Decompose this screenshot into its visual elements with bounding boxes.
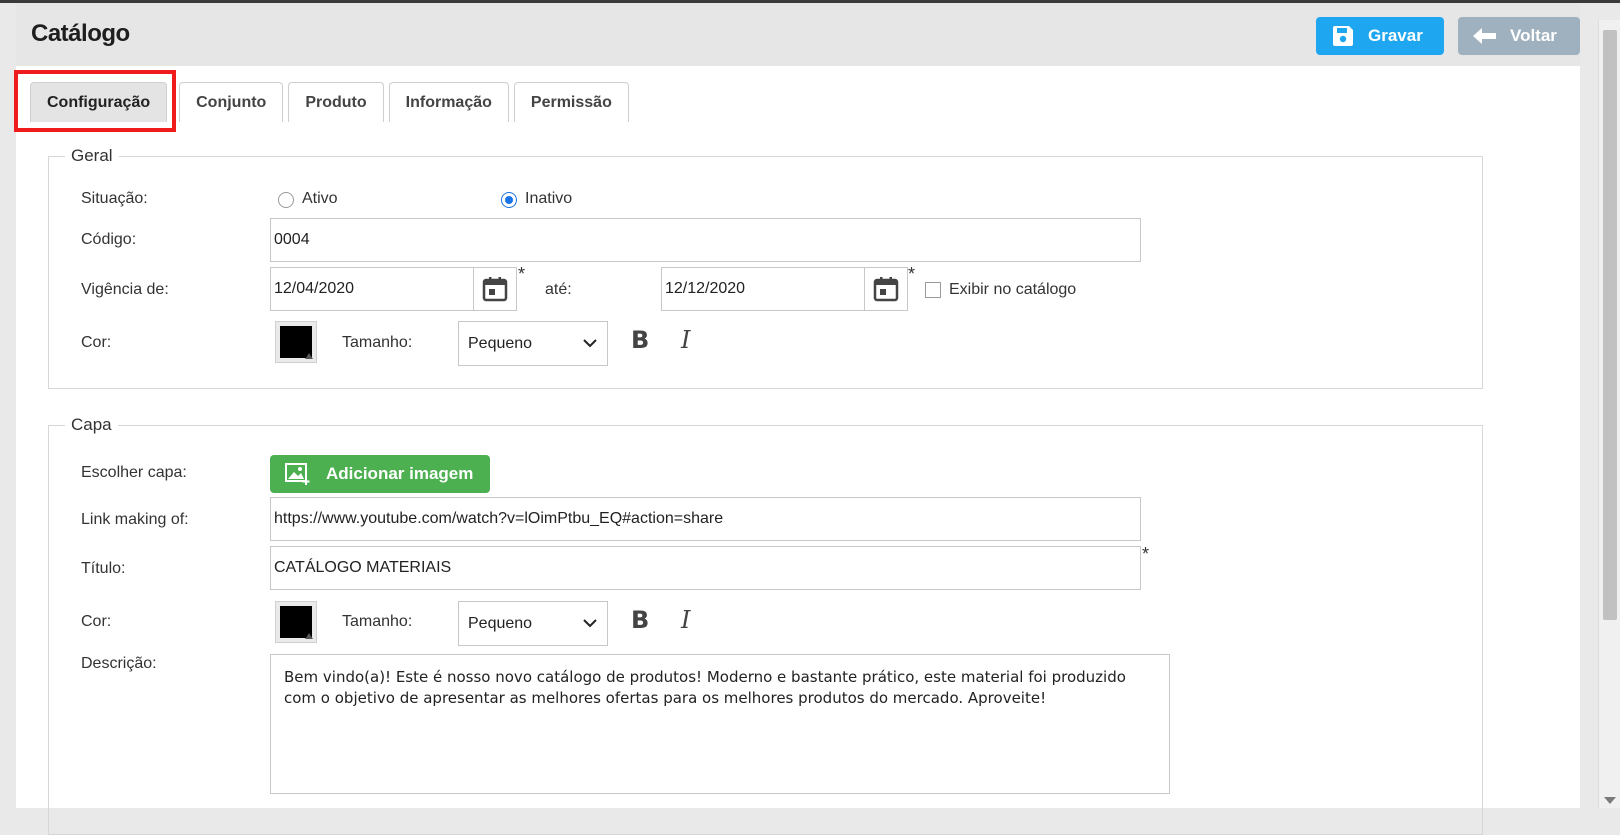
dropdown-triangle-icon <box>305 633 313 639</box>
bold-button[interactable]: B <box>631 326 649 354</box>
capa-tamanho-select-value: Pequeno <box>468 614 533 632</box>
dropdown-triangle-icon <box>305 353 313 359</box>
chevron-down-icon <box>583 619 597 628</box>
capa-tamanho-select[interactable]: Pequeno <box>458 601 608 646</box>
arrow-left-icon <box>1472 23 1498 49</box>
tab-produto[interactable]: Produto <box>288 82 384 122</box>
main-content: Configuração Conjunto Produto Informação… <box>14 66 1580 835</box>
capa-bold-button[interactable]: B <box>631 606 649 634</box>
save-button-label: Gravar <box>1368 26 1423 45</box>
capa-color-picker[interactable] <box>275 601 317 643</box>
codigo-label: Código: <box>81 231 137 248</box>
situacao-label: Situação: <box>81 190 148 207</box>
titulo-input[interactable]: CATÁLOGO MATERIAIS <box>270 546 1141 590</box>
page-header: Catálogo Gravar Voltar <box>16 3 1580 66</box>
radio-inativo[interactable] <box>501 192 517 208</box>
titulo-label: Título: <box>81 560 126 577</box>
back-button-label: Voltar <box>1510 26 1557 45</box>
color-picker[interactable] <box>275 321 317 363</box>
calendar-to-button[interactable] <box>864 267 908 311</box>
cor-label: Cor: <box>81 334 112 351</box>
add-image-button[interactable]: Adicionar imagem <box>270 455 490 493</box>
tab-configuracao[interactable]: Configuração <box>30 82 168 122</box>
calendar-from-button[interactable] <box>473 267 517 311</box>
radio-inativo-label: Inativo <box>525 190 573 207</box>
vigencia-to-required: * <box>908 264 916 284</box>
floppy-disk-icon <box>1330 23 1356 49</box>
vigencia-from-required: * <box>518 264 526 284</box>
radio-ativo-label: Ativo <box>302 190 338 207</box>
tab-conjunto[interactable]: Conjunto <box>179 82 284 122</box>
vigencia-label: Vigência de: <box>81 281 169 298</box>
descricao-label: Descrição: <box>81 655 157 672</box>
capa-cor-label: Cor: <box>81 613 112 630</box>
geral-legend: Geral <box>71 146 113 165</box>
image-add-icon <box>284 462 312 486</box>
calendar-icon <box>873 277 899 302</box>
radio-ativo[interactable] <box>278 192 294 208</box>
tab-bar: Configuração Conjunto Produto Informação… <box>30 82 634 122</box>
exibir-catalogo-label: Exibir no catálogo <box>949 281 1077 298</box>
vertical-scrollbar[interactable] <box>1598 20 1620 808</box>
save-button[interactable]: Gravar <box>1316 17 1444 55</box>
capa-tamanho-label: Tamanho: <box>342 613 413 630</box>
capa-italic-button[interactable]: I <box>681 606 690 634</box>
titulo-required: * <box>1142 544 1150 564</box>
scrollbar-thumb[interactable] <box>1603 30 1617 620</box>
codigo-input[interactable]: 0004 <box>270 218 1141 262</box>
link-making-of-label: Link making of: <box>81 511 189 528</box>
add-image-button-label: Adicionar imagem <box>326 464 474 483</box>
exibir-catalogo-checkbox[interactable] <box>925 282 941 298</box>
descricao-textarea[interactable]: Bem vindo(a)! Este é nosso novo catálogo… <box>270 654 1170 794</box>
capa-legend: Capa <box>71 415 112 434</box>
calendar-icon <box>482 277 508 302</box>
tamanho-select[interactable]: Pequeno <box>458 321 608 366</box>
tab-informacao[interactable]: Informação <box>388 82 509 122</box>
vigencia-to-input[interactable]: 12/12/2020 <box>661 267 865 311</box>
escolher-capa-label: Escolher capa: <box>81 464 187 481</box>
tamanho-select-value: Pequeno <box>468 334 533 352</box>
page-title: Catálogo <box>31 20 130 47</box>
vigencia-from-input[interactable]: 12/04/2020 <box>270 267 474 311</box>
link-making-of-input[interactable]: https://www.youtube.com/watch?v=lOimPtbu… <box>270 497 1141 541</box>
italic-button[interactable]: I <box>681 326 690 354</box>
scroll-down-arrow-icon[interactable] <box>1604 797 1616 804</box>
back-button[interactable]: Voltar <box>1458 17 1580 55</box>
vigencia-to-label: até: <box>545 281 572 298</box>
tamanho-label: Tamanho: <box>342 334 413 351</box>
tab-permissao[interactable]: Permissão <box>513 82 629 122</box>
chevron-down-icon <box>583 339 597 348</box>
